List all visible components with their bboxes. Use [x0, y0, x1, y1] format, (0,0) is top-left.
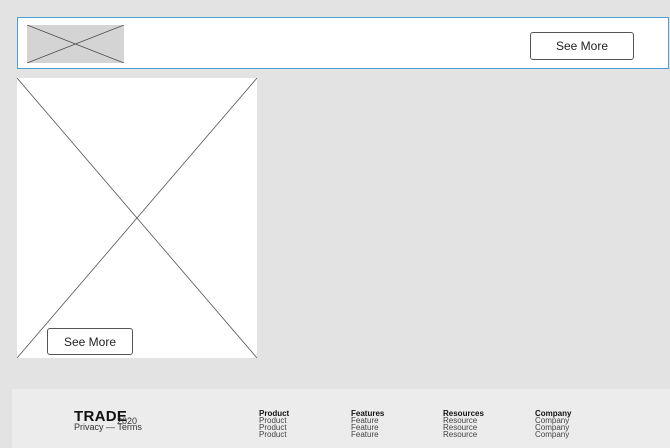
footer-column-resources: Resources Resource Resource Resource — [443, 410, 484, 439]
header-see-more-button[interactable]: See More — [530, 32, 634, 60]
card-see-more-button[interactable]: See More — [47, 328, 133, 355]
footer-column-features: Features Feature Feature Feature — [351, 410, 384, 439]
footer-link[interactable]: Feature — [351, 431, 384, 439]
footer-column-company: Company Company Company Company — [535, 410, 571, 439]
image-placeholder-icon — [27, 25, 124, 63]
footer-legal-links[interactable]: Privacy — Terms — [74, 422, 142, 432]
content-card: See More — [17, 78, 257, 358]
footer-link[interactable]: Resource — [443, 431, 484, 439]
footer: TRADE 2020 Privacy — Terms Product Produ… — [12, 389, 670, 448]
logo-placeholder-icon — [27, 25, 124, 63]
footer-link[interactable]: Company — [535, 431, 571, 439]
footer-link[interactable]: Product — [259, 431, 289, 439]
footer-column-product: Product Product Product Product — [259, 410, 289, 439]
card-image-placeholder — [17, 78, 257, 358]
top-header: See More — [17, 17, 669, 69]
image-placeholder-icon — [17, 78, 257, 358]
